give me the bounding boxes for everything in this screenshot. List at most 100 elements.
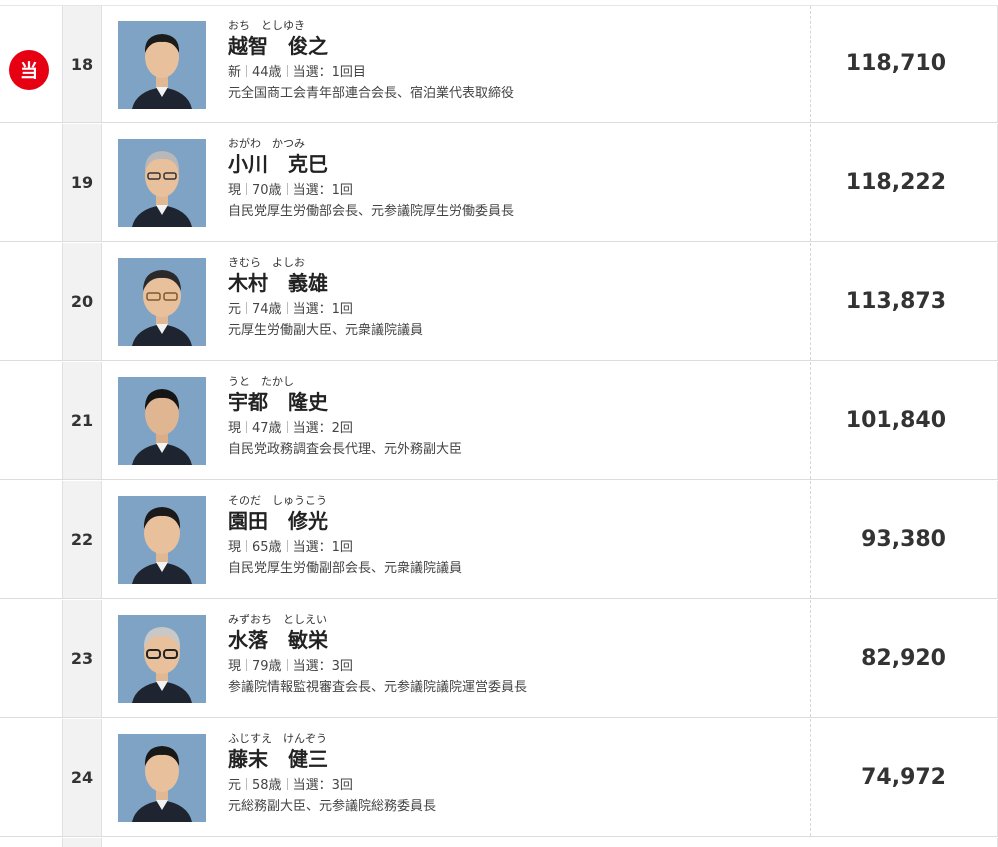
candidate-age: 74歳 (252, 302, 282, 317)
candidate-meta: 新 44歳 当選：1回目 (228, 64, 514, 82)
candidate-number: 21 (62, 362, 102, 479)
candidate-kana: ふじすえ けんぞう (228, 732, 327, 745)
candidate-meta: 元 58歳 当選：3回 (228, 777, 436, 795)
column-divider (810, 481, 811, 598)
separator (286, 778, 288, 790)
candidate-info: おがわ かつみ 小川 克巳 現 70歳 当選：1回 自民党厚生労働部会長、元参議院厚… (228, 137, 514, 221)
candidate-terms: 当選：1回 (292, 302, 353, 317)
candidate-row[interactable]: 23 みずおち としえい 水落 敏栄 現 79歳 当選：3回 参議院情報監視審査会長… (0, 600, 998, 718)
candidate-name[interactable]: 木村 義雄 (228, 270, 423, 296)
separator (246, 540, 248, 552)
candidate-career: 自民党政務調査会長代理、元外務副大臣 (228, 442, 463, 457)
candidate-photo (118, 615, 206, 703)
column-divider (810, 600, 811, 717)
candidate-career: 元厚生労働副大臣、元衆議院議員 (228, 323, 424, 338)
candidate-status: 新 (228, 65, 242, 80)
candidate-info: きむら よしお 木村 義雄 元 74歳 当選：1回 元厚生労働副大臣、元衆議院議員 (228, 256, 423, 340)
candidate-photo (118, 734, 206, 822)
separator (286, 540, 288, 552)
candidate-status: 元 (228, 778, 242, 793)
candidate-age: 47歳 (252, 421, 282, 436)
separator (246, 65, 248, 77)
separator (286, 302, 288, 314)
candidate-number: 20 (62, 243, 102, 360)
candidate-number: 18 (62, 6, 102, 122)
candidate-meta: 現 70歳 当選：1回 (228, 182, 514, 200)
candidate-name[interactable]: 藤末 健三 (228, 746, 436, 772)
candidate-status: 現 (228, 421, 242, 436)
candidate-meta: 元 74歳 当選：1回 (228, 301, 423, 319)
candidate-meta: 現 79歳 当選：3回 (228, 658, 527, 676)
vote-count: 118,222 (845, 170, 946, 195)
candidate-number: 19 (62, 124, 102, 241)
candidate-name[interactable]: 小川 克巳 (228, 151, 514, 177)
candidate-row[interactable]: 20 きむら よしお 木村 義雄 元 74歳 当選：1回 元厚生労働副大臣、元衆議院… (0, 243, 998, 361)
candidate-info: そのだ しゅうこう 園田 修光 現 65歳 当選：1回 自民党厚生労働副部会長、元衆… (228, 494, 462, 578)
candidate-row[interactable]: 当 18 おち としゆき 越智 俊之 新 44歳 当選：1回目 元全国商工会青年部連… (0, 5, 998, 123)
candidate-status: 現 (228, 183, 242, 198)
column-divider (810, 362, 811, 479)
candidate-kana: そのだ しゅうこう (228, 494, 327, 507)
candidate-row[interactable]: 22 そのだ しゅうこう 園田 修光 現 65歳 当選：1回 自民党厚生労働副部会長… (0, 481, 998, 599)
candidate-age: 58歳 (252, 778, 282, 793)
candidate-photo (118, 21, 206, 109)
column-divider (810, 124, 811, 241)
column-divider (810, 243, 811, 360)
vote-count: 113,873 (845, 289, 946, 314)
vote-count: 93,380 (861, 527, 946, 552)
candidate-terms: 当選：2回 (292, 421, 353, 436)
candidate-row[interactable]: 24 ふじすえ けんぞう 藤末 健三 元 58歳 当選：3回 元総務副大臣、元参議院… (0, 719, 998, 837)
candidate-career: 参議院情報監視審査会長、元参議院議院運営委員長 (228, 680, 528, 695)
candidate-photo (118, 258, 206, 346)
separator (286, 65, 288, 77)
candidate-name[interactable]: 園田 修光 (228, 508, 462, 534)
candidate-number: 23 (62, 600, 102, 717)
candidate-terms: 当選：1回 (292, 540, 353, 555)
candidate-status: 現 (228, 540, 242, 555)
separator (246, 421, 248, 433)
column-divider (810, 6, 811, 122)
candidate-photo (118, 496, 206, 584)
candidate-name[interactable]: 水落 敏栄 (228, 627, 527, 653)
candidate-career: 元総務副大臣、元参議院総務委員長 (228, 799, 437, 814)
elected-badge: 当 (9, 50, 49, 90)
candidate-name[interactable]: 宇都 隆史 (228, 389, 462, 415)
candidate-career: 元全国商工会青年部連合会長、宿泊業代表取締役 (228, 86, 515, 101)
candidate-kana: おち としゆき (228, 19, 305, 32)
separator (246, 183, 248, 195)
candidate-kana: うと たかし (228, 375, 294, 388)
separator (286, 421, 288, 433)
separator (246, 302, 248, 314)
candidate-age: 65歳 (252, 540, 282, 555)
vote-count: 82,920 (861, 646, 946, 671)
vote-count: 118,710 (845, 51, 946, 76)
candidate-meta: 現 65歳 当選：1回 (228, 539, 462, 557)
candidate-name[interactable]: 越智 俊之 (228, 33, 514, 59)
candidate-age: 79歳 (252, 659, 282, 674)
candidate-number (62, 838, 102, 847)
candidate-terms: 当選：3回 (292, 659, 353, 674)
candidate-age: 44歳 (252, 65, 282, 80)
candidate-number: 24 (62, 719, 102, 836)
candidate-age: 70歳 (252, 183, 282, 198)
candidate-kana: おがわ かつみ (228, 137, 305, 150)
column-divider (810, 719, 811, 836)
vote-count: 101,840 (845, 408, 946, 433)
separator (246, 659, 248, 671)
candidate-kana: きむら よしお (228, 256, 305, 269)
vote-count: 74,972 (861, 765, 946, 790)
separator (286, 183, 288, 195)
candidate-terms: 当選：3回 (292, 778, 353, 793)
candidate-info: みずおち としえい 水落 敏栄 現 79歳 当選：3回 参議院情報監視審査会長、元参… (228, 613, 527, 697)
separator (246, 778, 248, 790)
candidate-kana: みずおち としえい (228, 613, 327, 626)
candidate-row[interactable]: 21 うと たかし 宇都 隆史 現 47歳 当選：2回 自民党政務調査会長代理、元外… (0, 362, 998, 480)
candidate-info: おち としゆき 越智 俊之 新 44歳 当選：1回目 元全国商工会青年部連合会長、宿… (228, 19, 514, 103)
candidate-info: ふじすえ けんぞう 藤末 健三 元 58歳 当選：3回 元総務副大臣、元参議院総務委… (228, 732, 436, 816)
candidate-photo (118, 377, 206, 465)
candidate-terms: 当選：1回目 (292, 65, 366, 80)
candidate-meta: 現 47歳 当選：2回 (228, 420, 462, 438)
candidate-info: うと たかし 宇都 隆史 現 47歳 当選：2回 自民党政務調査会長代理、元外務副大… (228, 375, 462, 459)
candidate-row[interactable]: 19 おがわ かつみ 小川 克巳 現 70歳 当選：1回 自民党厚生労働部会長、元参… (0, 124, 998, 242)
candidate-career: 自民党厚生労働副部会長、元衆議院議員 (228, 561, 463, 576)
